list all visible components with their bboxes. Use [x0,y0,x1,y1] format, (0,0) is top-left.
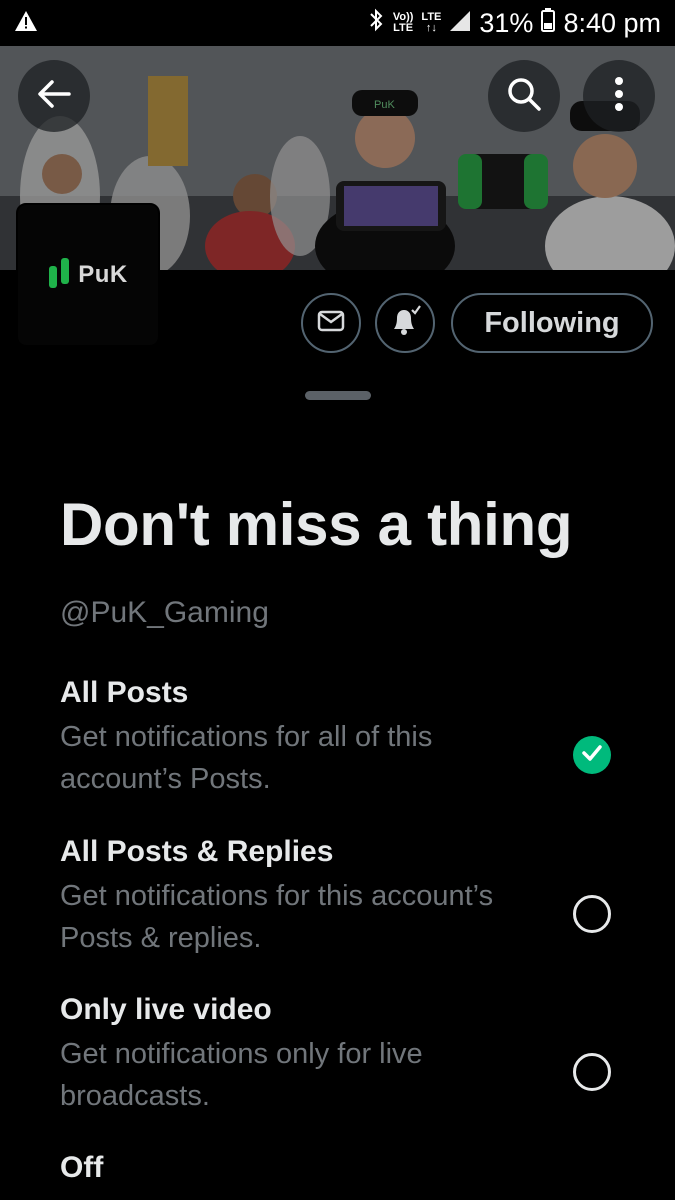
notifications-bell-button[interactable] [375,293,435,353]
more-vertical-icon [614,76,624,117]
following-button[interactable]: Following [451,293,653,353]
sheet-title: Don't miss a thing [60,491,573,558]
option-title: Off [60,1151,104,1184]
envelope-icon [317,310,345,337]
search-icon [506,76,542,117]
clock: 8:40 pm [563,7,661,38]
battery-percent: 31% [479,7,534,38]
screen: Vo)) LTE LTE ↑↓ 31% 8:40 pm PuK PuK Foll… [0,0,675,1200]
option-description: Get notifications for all of this accoun… [60,721,433,795]
bell-check-icon [388,304,422,343]
back-button[interactable] [18,60,90,132]
warning-icon [14,8,38,39]
volte-indicator: Vo)) LTE [392,11,414,34]
checkmark-icon [581,744,603,767]
option-all-posts-replies[interactable]: All Posts & Replies Get notifications fo… [60,835,620,959]
message-button[interactable] [301,293,361,353]
puk-logo-icon [48,256,72,295]
battery-icon [541,7,556,39]
radio-only-live-video[interactable] [573,1053,611,1091]
option-all-posts[interactable]: All Posts Get notifications for all of t… [60,676,620,800]
notification-settings-sheet: Don't miss a thing @PuK_Gaming All Posts… [0,370,675,1200]
account-handle: @PuK_Gaming [60,596,269,629]
lte-indicator: LTE ↑↓ [421,11,442,34]
radio-all-posts[interactable] [573,736,611,774]
option-title: All Posts & Replies [60,835,334,868]
option-title: All Posts [60,676,189,709]
avatar-brand-text: PuK [78,261,128,288]
option-title: Only live video [60,993,272,1026]
option-off[interactable]: Off [60,1151,620,1185]
sheet-grabber[interactable] [305,391,371,400]
bluetooth-icon [367,7,385,40]
option-only-live-video[interactable]: Only live video Get notifications only f… [60,993,620,1117]
signal-icon [449,8,471,39]
option-description: Get notifications only for live broadcas… [60,1038,423,1112]
status-bar: Vo)) LTE LTE ↑↓ 31% 8:40 pm [0,0,675,46]
radio-all-posts-replies[interactable] [573,895,611,933]
back-arrow-icon [37,79,71,114]
more-options-button[interactable] [583,60,655,132]
search-button[interactable] [488,60,560,132]
option-description: Get notifications for this account’s Pos… [60,880,494,954]
avatar[interactable]: PuK [16,203,160,347]
